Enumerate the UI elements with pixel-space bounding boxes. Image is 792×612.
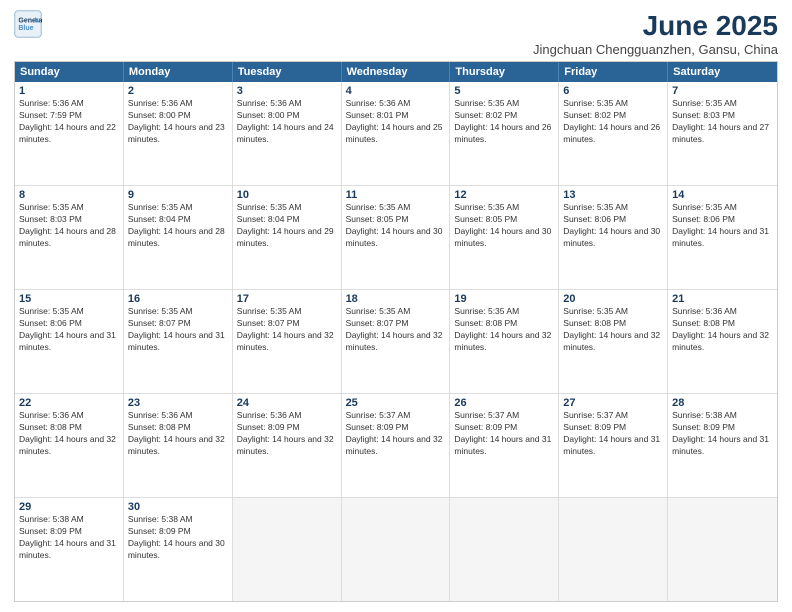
calendar-body: 1 Sunrise: 5:36 AM Sunset: 7:59 PM Dayli… xyxy=(15,82,777,601)
day-number: 4 xyxy=(346,85,446,97)
day-9: 9 Sunrise: 5:35 AM Sunset: 8:04 PM Dayli… xyxy=(124,186,233,289)
day-21: 21 Sunrise: 5:36 AM Sunset: 8:08 PM Dayl… xyxy=(668,290,777,393)
title-block: June 2025 Jingchuan Chengguanzhen, Gansu… xyxy=(533,10,778,57)
day-30: 30 Sunrise: 5:38 AM Sunset: 8:09 PM Dayl… xyxy=(124,498,233,601)
day-info: Sunrise: 5:36 AM Sunset: 8:00 PM Dayligh… xyxy=(237,98,337,146)
month-title: June 2025 xyxy=(533,10,778,42)
day-5: 5 Sunrise: 5:35 AM Sunset: 8:02 PM Dayli… xyxy=(450,82,559,185)
empty-cell-4 xyxy=(559,498,668,601)
empty-cell-5 xyxy=(668,498,777,601)
day-20: 20 Sunrise: 5:35 AM Sunset: 8:08 PM Dayl… xyxy=(559,290,668,393)
day-number: 29 xyxy=(19,501,119,513)
header-tuesday: Tuesday xyxy=(233,62,342,82)
day-19: 19 Sunrise: 5:35 AM Sunset: 8:08 PM Dayl… xyxy=(450,290,559,393)
day-23: 23 Sunrise: 5:36 AM Sunset: 8:08 PM Dayl… xyxy=(124,394,233,497)
header-thursday: Thursday xyxy=(450,62,559,82)
day-10: 10 Sunrise: 5:35 AM Sunset: 8:04 PM Dayl… xyxy=(233,186,342,289)
day-number: 5 xyxy=(454,85,554,97)
day-1: 1 Sunrise: 5:36 AM Sunset: 7:59 PM Dayli… xyxy=(15,82,124,185)
day-7: 7 Sunrise: 5:35 AM Sunset: 8:03 PM Dayli… xyxy=(668,82,777,185)
day-13: 13 Sunrise: 5:35 AM Sunset: 8:06 PM Dayl… xyxy=(559,186,668,289)
day-2: 2 Sunrise: 5:36 AM Sunset: 8:00 PM Dayli… xyxy=(124,82,233,185)
day-info: Sunrise: 5:35 AM Sunset: 8:02 PM Dayligh… xyxy=(563,98,663,146)
day-8: 8 Sunrise: 5:35 AM Sunset: 8:03 PM Dayli… xyxy=(15,186,124,289)
page: General Blue June 2025 Jingchuan Chenggu… xyxy=(0,0,792,612)
day-27: 27 Sunrise: 5:37 AM Sunset: 8:09 PM Dayl… xyxy=(559,394,668,497)
week-row-4: 22 Sunrise: 5:36 AM Sunset: 8:08 PM Dayl… xyxy=(15,393,777,497)
day-18: 18 Sunrise: 5:35 AM Sunset: 8:07 PM Dayl… xyxy=(342,290,451,393)
day-number: 18 xyxy=(346,293,446,305)
day-number: 14 xyxy=(672,189,773,201)
day-14: 14 Sunrise: 5:35 AM Sunset: 8:06 PM Dayl… xyxy=(668,186,777,289)
day-number: 16 xyxy=(128,293,228,305)
calendar: Sunday Monday Tuesday Wednesday Thursday… xyxy=(14,61,778,602)
day-number: 1 xyxy=(19,85,119,97)
day-29: 29 Sunrise: 5:38 AM Sunset: 8:09 PM Dayl… xyxy=(15,498,124,601)
day-number: 10 xyxy=(237,189,337,201)
week-row-2: 8 Sunrise: 5:35 AM Sunset: 8:03 PM Dayli… xyxy=(15,185,777,289)
day-22: 22 Sunrise: 5:36 AM Sunset: 8:08 PM Dayl… xyxy=(15,394,124,497)
empty-cell-2 xyxy=(342,498,451,601)
day-11: 11 Sunrise: 5:35 AM Sunset: 8:05 PM Dayl… xyxy=(342,186,451,289)
svg-text:Blue: Blue xyxy=(18,25,33,32)
week-row-3: 15 Sunrise: 5:35 AM Sunset: 8:06 PM Dayl… xyxy=(15,289,777,393)
day-4: 4 Sunrise: 5:36 AM Sunset: 8:01 PM Dayli… xyxy=(342,82,451,185)
header-monday: Monday xyxy=(124,62,233,82)
day-28: 28 Sunrise: 5:38 AM Sunset: 8:09 PM Dayl… xyxy=(668,394,777,497)
header: General Blue June 2025 Jingchuan Chenggu… xyxy=(14,10,778,57)
day-info: Sunrise: 5:36 AM Sunset: 8:01 PM Dayligh… xyxy=(346,98,446,146)
header-friday: Friday xyxy=(559,62,668,82)
day-number: 24 xyxy=(237,397,337,409)
day-number: 22 xyxy=(19,397,119,409)
day-number: 21 xyxy=(672,293,773,305)
header-sunday: Sunday xyxy=(15,62,124,82)
day-number: 7 xyxy=(672,85,773,97)
day-6: 6 Sunrise: 5:35 AM Sunset: 8:02 PM Dayli… xyxy=(559,82,668,185)
day-number: 6 xyxy=(563,85,663,97)
empty-cell-1 xyxy=(233,498,342,601)
day-number: 13 xyxy=(563,189,663,201)
day-number: 11 xyxy=(346,189,446,201)
day-number: 3 xyxy=(237,85,337,97)
location-title: Jingchuan Chengguanzhen, Gansu, China xyxy=(533,42,778,57)
day-info: Sunrise: 5:36 AM Sunset: 7:59 PM Dayligh… xyxy=(19,98,119,146)
day-number: 23 xyxy=(128,397,228,409)
week-row-1: 1 Sunrise: 5:36 AM Sunset: 7:59 PM Dayli… xyxy=(15,82,777,185)
week-row-5: 29 Sunrise: 5:38 AM Sunset: 8:09 PM Dayl… xyxy=(15,497,777,601)
day-number: 19 xyxy=(454,293,554,305)
day-info: Sunrise: 5:35 AM Sunset: 8:03 PM Dayligh… xyxy=(672,98,773,146)
day-number: 2 xyxy=(128,85,228,97)
day-number: 28 xyxy=(672,397,773,409)
empty-cell-3 xyxy=(450,498,559,601)
day-15: 15 Sunrise: 5:35 AM Sunset: 8:06 PM Dayl… xyxy=(15,290,124,393)
calendar-header: Sunday Monday Tuesday Wednesday Thursday… xyxy=(15,62,777,82)
day-26: 26 Sunrise: 5:37 AM Sunset: 8:09 PM Dayl… xyxy=(450,394,559,497)
day-16: 16 Sunrise: 5:35 AM Sunset: 8:07 PM Dayl… xyxy=(124,290,233,393)
header-saturday: Saturday xyxy=(668,62,777,82)
day-number: 27 xyxy=(563,397,663,409)
header-wednesday: Wednesday xyxy=(342,62,451,82)
day-number: 26 xyxy=(454,397,554,409)
logo-icon: General Blue xyxy=(14,10,42,38)
day-number: 20 xyxy=(563,293,663,305)
day-17: 17 Sunrise: 5:35 AM Sunset: 8:07 PM Dayl… xyxy=(233,290,342,393)
day-number: 8 xyxy=(19,189,119,201)
day-number: 17 xyxy=(237,293,337,305)
logo: General Blue xyxy=(14,10,42,38)
day-24: 24 Sunrise: 5:36 AM Sunset: 8:09 PM Dayl… xyxy=(233,394,342,497)
day-number: 9 xyxy=(128,189,228,201)
day-number: 15 xyxy=(19,293,119,305)
day-12: 12 Sunrise: 5:35 AM Sunset: 8:05 PM Dayl… xyxy=(450,186,559,289)
day-number: 25 xyxy=(346,397,446,409)
day-info: Sunrise: 5:36 AM Sunset: 8:00 PM Dayligh… xyxy=(128,98,228,146)
day-number: 12 xyxy=(454,189,554,201)
day-25: 25 Sunrise: 5:37 AM Sunset: 8:09 PM Dayl… xyxy=(342,394,451,497)
day-3: 3 Sunrise: 5:36 AM Sunset: 8:00 PM Dayli… xyxy=(233,82,342,185)
day-number: 30 xyxy=(128,501,228,513)
day-info: Sunrise: 5:35 AM Sunset: 8:02 PM Dayligh… xyxy=(454,98,554,146)
